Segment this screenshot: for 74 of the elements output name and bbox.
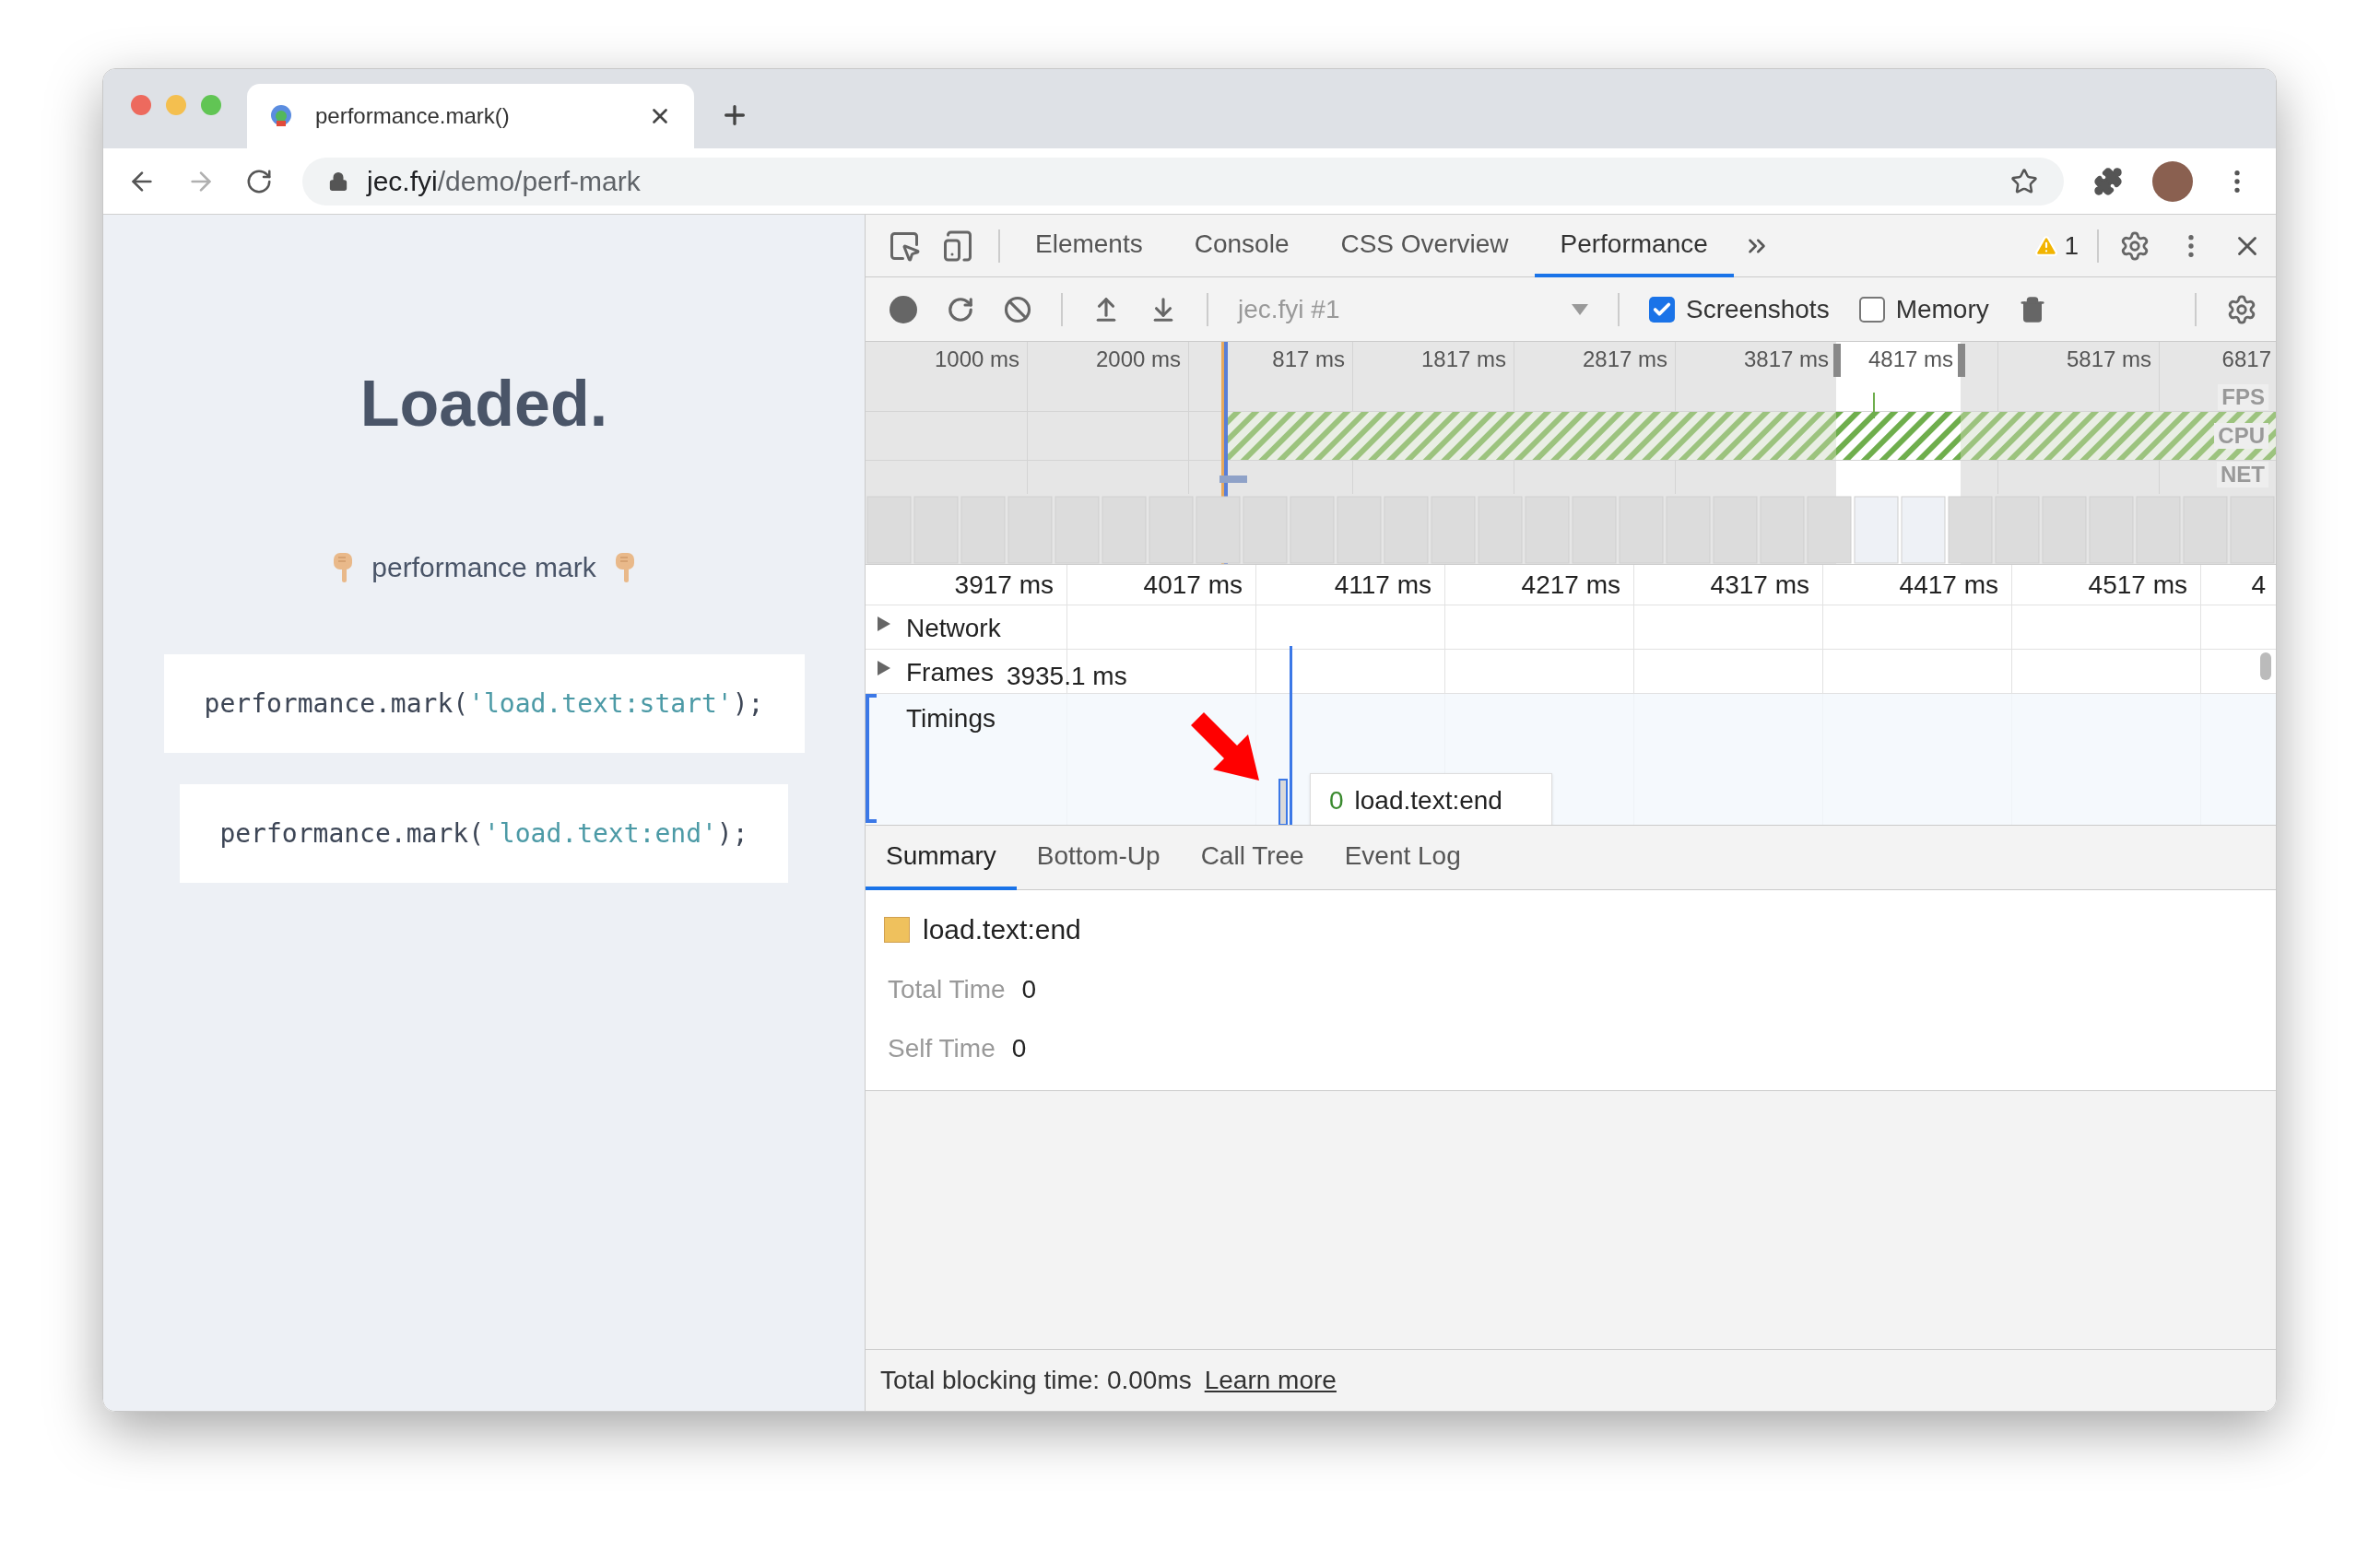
scrollbar-thumb[interactable] bbox=[2260, 652, 2271, 680]
time-tick: 4817 ms bbox=[1867, 346, 1953, 373]
details-tab[interactable]: Bottom-Up bbox=[1016, 826, 1181, 890]
reload-profile-icon[interactable] bbox=[947, 295, 974, 323]
network-bar bbox=[1219, 476, 1247, 483]
bookmark-star-icon[interactable] bbox=[2010, 167, 2038, 195]
track-label: NET bbox=[2217, 462, 2268, 487]
range-handle[interactable] bbox=[1958, 344, 1965, 377]
record-button[interactable] bbox=[890, 295, 917, 323]
devtools-tab[interactable]: CSS Overview bbox=[1314, 214, 1535, 277]
learn-more-link[interactable]: Learn more bbox=[1204, 1361, 1337, 1400]
time-tick: 4117 ms bbox=[1333, 569, 1432, 601]
code-block: performance.mark('load.text:start'); bbox=[163, 654, 805, 753]
checkbox-label: Memory bbox=[1895, 293, 1989, 325]
address-bar[interactable]: jec.fyi/demo/perf-mark bbox=[302, 157, 2064, 205]
tooltip-duration: 0 bbox=[1329, 785, 1344, 816]
page-heading: Loaded. bbox=[359, 371, 608, 436]
time-tick: 817 ms bbox=[1272, 346, 1345, 373]
page-subheading: performance mark bbox=[371, 551, 596, 584]
summary-value: 0 bbox=[1021, 974, 1037, 1005]
time-tick: 4517 ms bbox=[2087, 569, 2188, 601]
code-block: performance.mark('load.text:end'); bbox=[180, 784, 788, 883]
summary-label: Self Time bbox=[888, 1033, 996, 1064]
clear-icon[interactable] bbox=[1004, 295, 1031, 323]
summary-title: load.text:end bbox=[923, 913, 1081, 946]
extensions-icon[interactable] bbox=[2093, 166, 2123, 196]
details-tab[interactable]: Event Log bbox=[1324, 826, 1481, 890]
track-name[interactable]: Frames bbox=[906, 653, 994, 692]
pointing-hand-icon bbox=[333, 551, 354, 583]
time-tick: 6817 bbox=[2221, 346, 2271, 373]
time-tick: 3817 ms bbox=[1743, 346, 1829, 373]
expand-triangle-icon[interactable] bbox=[878, 616, 890, 631]
track-label: FPS bbox=[2218, 384, 2268, 410]
tab-title: performance.mark() bbox=[315, 102, 511, 130]
checkbox[interactable] bbox=[1649, 296, 1675, 323]
settings-icon[interactable] bbox=[2119, 229, 2150, 262]
checkbox-label: Screenshots bbox=[1686, 293, 1830, 325]
time-tick: 2817 ms bbox=[1582, 346, 1667, 373]
device-toolbar-icon[interactable] bbox=[941, 229, 974, 263]
track-name[interactable]: Timings bbox=[906, 699, 996, 738]
avatar[interactable] bbox=[2152, 160, 2193, 202]
frame-duration: 3935.1 ms bbox=[1006, 661, 1127, 692]
time-tick: 1817 ms bbox=[1420, 346, 1506, 373]
tooltip-label: load.text:end bbox=[1354, 785, 1502, 816]
summary-label: Total Time bbox=[888, 974, 1006, 1005]
site-favicon-icon bbox=[269, 104, 293, 128]
expand-triangle-icon[interactable] bbox=[878, 661, 890, 675]
pointing-hand-icon bbox=[614, 551, 635, 583]
time-tick: 4417 ms bbox=[1898, 569, 1999, 601]
checkbox[interactable] bbox=[1858, 296, 1885, 323]
url-text: jec.fyi/demo/perf-mark bbox=[367, 165, 641, 198]
lock-icon bbox=[328, 170, 348, 192]
details-tab[interactable]: Call Tree bbox=[1180, 826, 1325, 890]
time-tick: 2000 ms bbox=[1095, 346, 1181, 373]
time-tick: 4317 ms bbox=[1709, 569, 1810, 601]
capture-settings-icon[interactable] bbox=[2226, 293, 2257, 325]
devtools-tab[interactable]: Console bbox=[1168, 214, 1315, 277]
warning-count[interactable]: 1 bbox=[2064, 226, 2079, 265]
browser-tab[interactable]: performance.mark() bbox=[247, 84, 694, 148]
summary-value: 0 bbox=[1011, 1033, 1027, 1064]
time-tick: 3917 ms bbox=[953, 569, 1055, 601]
devtools-tab[interactable]: Elements bbox=[1009, 214, 1169, 277]
track-name[interactable]: Network bbox=[906, 609, 1001, 648]
time-tick: 4217 ms bbox=[1520, 569, 1621, 601]
dropdown-caret-icon bbox=[1572, 303, 1588, 315]
time-tick: 5817 ms bbox=[2066, 346, 2151, 373]
devtools-tab[interactable]: Performance bbox=[1534, 214, 1734, 277]
time-tick: 1000 ms bbox=[934, 346, 1019, 373]
time-tick: 4017 ms bbox=[1142, 569, 1243, 601]
blocking-time-text: Total blocking time: 0.00ms bbox=[880, 1365, 1192, 1396]
timing-mark[interactable] bbox=[1278, 779, 1288, 825]
time-tick: 4 bbox=[2250, 569, 2267, 601]
range-handle[interactable] bbox=[1833, 344, 1841, 377]
track-label: CPU bbox=[2214, 423, 2268, 449]
